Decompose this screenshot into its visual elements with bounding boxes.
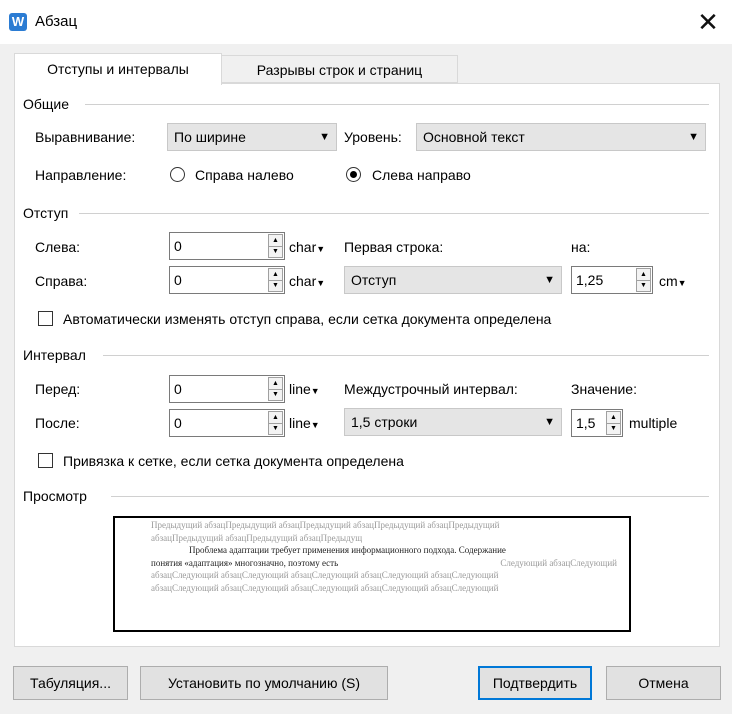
section-divider (111, 496, 709, 497)
ltr-radio[interactable] (346, 167, 361, 182)
spacing-before-label: Перед: (35, 381, 81, 397)
level-value: Основной текст (423, 129, 525, 145)
spinner-arrows-icon[interactable]: ▲ ▼ (636, 268, 651, 292)
spacing-after-unit-dropdown[interactable]: line▼ (289, 415, 320, 431)
preview-prev-line: Предыдущий абзацПредыдущий абзацПредыдущ… (151, 520, 500, 530)
cancel-button[interactable]: Отмена (606, 666, 721, 700)
spacing-before-unit: line (289, 381, 311, 397)
spacing-before-input[interactable]: 0 ▲ ▼ (169, 375, 285, 403)
section-general-title: Общие (23, 96, 74, 112)
indent-left-unit-dropdown[interactable]: char▼ (289, 239, 325, 255)
close-icon[interactable]: ✕ (688, 2, 728, 42)
chevron-down-icon: ▼ (544, 274, 555, 286)
chevron-down-icon: ▼ (544, 416, 555, 428)
spacing-value-unit: multiple (629, 415, 678, 431)
line-spacing-label: Междустрочный интервал: (344, 381, 518, 397)
spinner-arrows-icon[interactable]: ▲ ▼ (268, 268, 283, 292)
indent-right-unit: char (289, 273, 317, 289)
first-line-value: Отступ (351, 272, 397, 288)
indent-left-input[interactable]: 0 ▲ ▼ (169, 232, 285, 260)
first-line-label: Первая строка: (344, 239, 444, 255)
ltr-label[interactable]: Слева направо (372, 167, 471, 183)
level-dropdown[interactable]: Основной текст ▼ (416, 123, 706, 151)
preview-next-line: абзацСледующий абзацСледующий абзацСледу… (151, 582, 499, 593)
tab-panel: Общие Выравнивание: По ширине ▼ Уровень:… (14, 83, 720, 647)
auto-adjust-checkbox[interactable] (38, 311, 53, 326)
indent-left-value: 0 (174, 238, 182, 254)
chevron-down-icon: ▼ (310, 420, 320, 430)
indent-right-input[interactable]: 0 ▲ ▼ (169, 266, 285, 294)
chevron-down-icon: ▼ (677, 278, 687, 288)
spinner-arrows-icon[interactable]: ▲ ▼ (268, 411, 283, 435)
indent-right-unit-dropdown[interactable]: char▼ (289, 273, 325, 289)
preview-prev-line: абзацПредыдущий абзацПредыдущий абзацПре… (151, 532, 363, 543)
spacing-value-value: 1,5 (576, 415, 596, 431)
section-divider (85, 104, 709, 105)
indent-right-label: Справа: (35, 273, 88, 289)
tab-indents-spacing[interactable]: Отступы и интервалы (14, 53, 222, 85)
preview-next-line: абзацСледующий абзацСледующий абзацСледу… (151, 570, 499, 580)
alignment-dropdown[interactable]: По ширине ▼ (167, 123, 337, 151)
chevron-down-icon: ▼ (319, 131, 330, 143)
line-spacing-dropdown[interactable]: 1,5 строки ▼ (344, 408, 562, 436)
confirm-button[interactable]: Подтвердить (478, 666, 592, 700)
spinner-arrows-icon[interactable]: ▲ ▼ (268, 377, 283, 401)
set-default-button[interactable]: Установить по умолчанию (S) (140, 666, 388, 700)
section-spacing-title: Интервал (23, 347, 90, 363)
first-line-by-input[interactable]: 1,25 ▲ ▼ (571, 266, 653, 294)
preview-current-text: понятия «адаптация» многозначно, поэтому… (151, 557, 339, 568)
alignment-label: Выравнивание: (35, 129, 136, 145)
tab-line-page-breaks[interactable]: Разрывы строк и страниц (221, 55, 458, 83)
chevron-down-icon: ▼ (316, 244, 326, 254)
indent-left-label: Слева: (35, 239, 81, 255)
chevron-down-icon: ▼ (316, 278, 326, 288)
section-divider (79, 213, 709, 214)
spinner-arrows-icon[interactable]: ▲ ▼ (606, 411, 621, 435)
by-label: на: (571, 239, 591, 255)
title-bar: W Абзац ✕ (0, 0, 732, 44)
first-line-unit-dropdown[interactable]: cm▼ (659, 273, 687, 289)
section-indent-title: Отступ (23, 205, 73, 221)
snap-to-grid-checkbox[interactable] (38, 453, 53, 468)
tabs-button[interactable]: Табуляция... (13, 666, 128, 700)
preview-current-line: понятия «адаптация» многозначно, поэтому… (151, 557, 617, 570)
line-spacing-value: 1,5 строки (351, 414, 418, 430)
first-line-dropdown[interactable]: Отступ ▼ (344, 266, 562, 294)
preview-current-line: Проблема адаптации требует применения ин… (189, 545, 506, 555)
spinner-arrows-icon[interactable]: ▲ ▼ (268, 234, 283, 258)
level-label: Уровень: (344, 129, 402, 145)
spacing-after-unit: line (289, 415, 311, 431)
paragraph-preview: Предыдущий абзацПредыдущий абзацПредыдущ… (113, 516, 631, 632)
spacing-before-value: 0 (174, 381, 182, 397)
spacing-after-label: После: (35, 415, 80, 431)
indent-left-unit: char (289, 239, 317, 255)
preview-next-text: Следующий абзацСледующий (500, 557, 617, 568)
first-line-by-value: 1,25 (576, 272, 604, 288)
auto-adjust-label[interactable]: Автоматически изменять отступ справа, ес… (63, 311, 551, 327)
spacing-after-value: 0 (174, 415, 182, 431)
rtl-label[interactable]: Справа налево (195, 167, 294, 183)
chevron-down-icon: ▼ (688, 131, 699, 143)
spacing-value-input[interactable]: 1,5 ▲ ▼ (571, 409, 623, 437)
chevron-down-icon: ▼ (310, 386, 320, 396)
indent-right-value: 0 (174, 272, 182, 288)
alignment-value: По ширине (174, 129, 246, 145)
app-icon: W (9, 13, 27, 31)
section-preview-title: Просмотр (23, 488, 91, 504)
spacing-value-label: Значение: (571, 381, 637, 397)
spacing-before-unit-dropdown[interactable]: line▼ (289, 381, 320, 397)
section-divider (103, 355, 709, 356)
first-line-by-unit: cm (659, 273, 678, 289)
snap-to-grid-label[interactable]: Привязка к сетке, если сетка документа о… (63, 453, 404, 469)
rtl-radio[interactable] (170, 167, 185, 182)
window-title: Абзац (35, 13, 78, 30)
spacing-after-input[interactable]: 0 ▲ ▼ (169, 409, 285, 437)
direction-label: Направление: (35, 167, 127, 183)
